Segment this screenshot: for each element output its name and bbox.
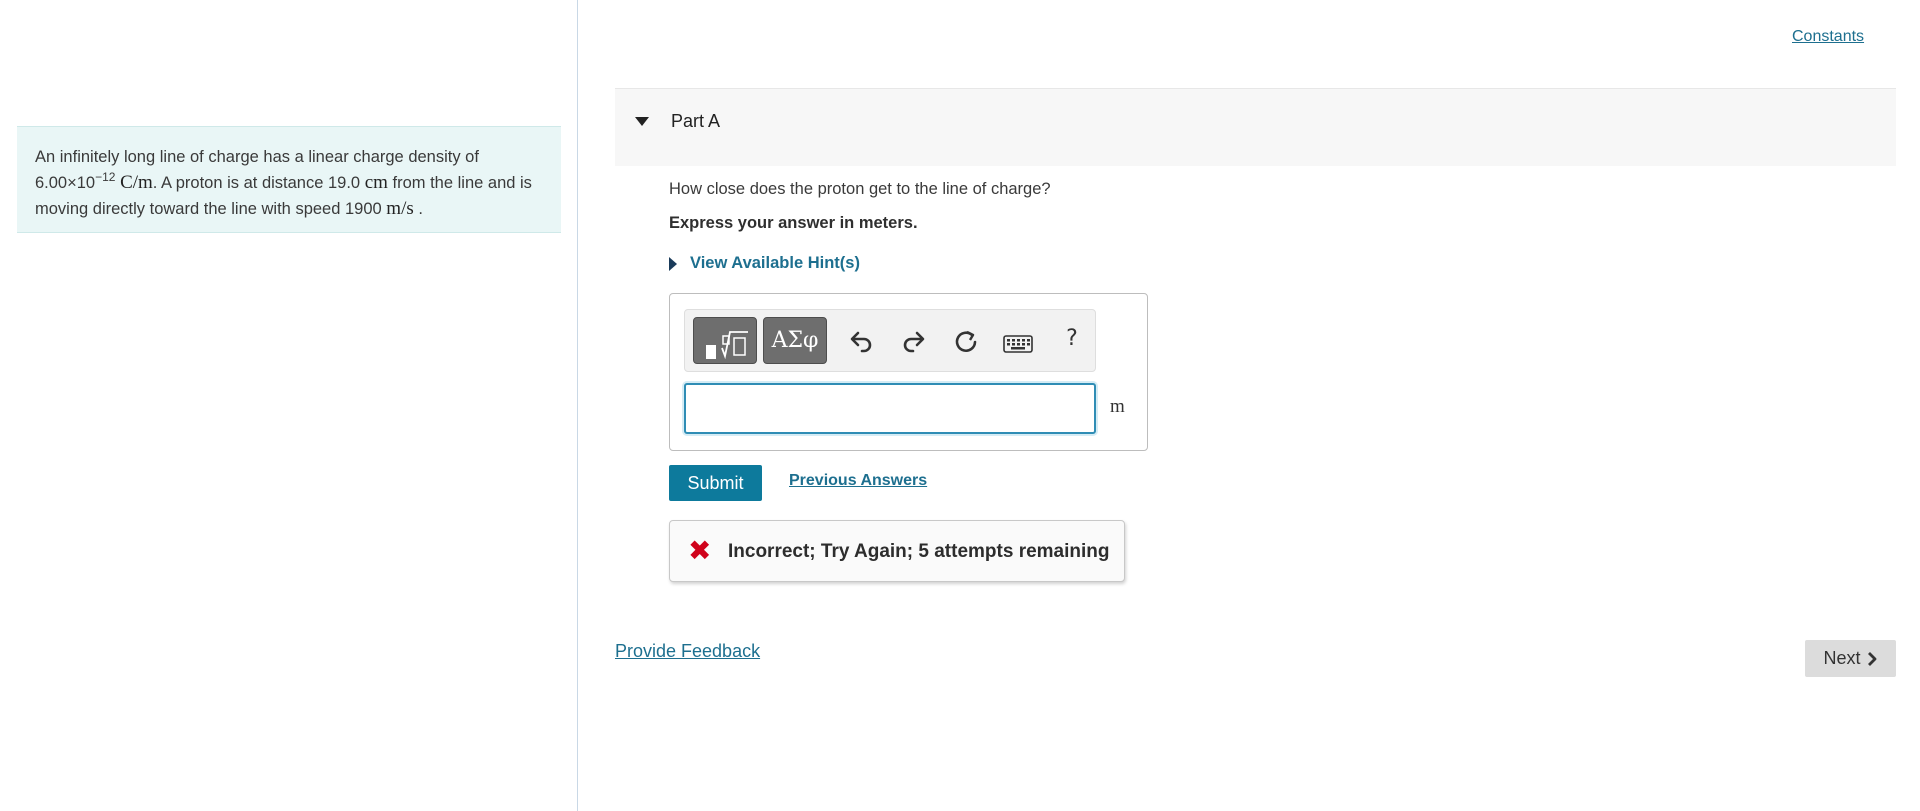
feedback-text: Incorrect; Try Again; 5 attempts remaini…: [728, 541, 1110, 562]
problem-statement: An infinitely long line of charge has a …: [17, 126, 561, 233]
problem-text-1: An infinitely long line of charge has a …: [35, 148, 479, 166]
charge-density-exponent: −12: [95, 170, 116, 184]
templates-icon: [706, 331, 748, 360]
hints-label: View Available Hint(s): [690, 254, 860, 272]
constants-link[interactable]: Constants: [1792, 28, 1864, 46]
chevron-right-icon: [1867, 651, 1876, 666]
next-button[interactable]: Next: [1805, 640, 1896, 677]
reset-icon[interactable]: [952, 328, 980, 356]
answer-instruction: Express your answer in meters.: [669, 214, 918, 232]
problem-panel: An infinitely long line of charge has a …: [0, 0, 578, 811]
charge-density-value: 6.00×10: [35, 174, 96, 192]
x-icon: ✖: [688, 534, 712, 567]
provide-feedback-link[interactable]: Provide Feedback: [615, 641, 760, 662]
expand-triangle-icon: [669, 256, 677, 271]
previous-answers-link[interactable]: Previous Answers: [789, 472, 927, 490]
redo-icon[interactable]: [900, 328, 928, 356]
part-title: Part A: [671, 111, 721, 131]
undo-icon[interactable]: [847, 328, 875, 356]
feedback-message-box: ✖ Incorrect; Try Again; 5 attempts remai…: [669, 520, 1125, 582]
templates-button[interactable]: [693, 317, 757, 364]
charge-density-unit: C/m: [120, 172, 153, 193]
math-toolbar: ΑΣφ ?: [684, 309, 1096, 372]
part-a-header[interactable]: Part A: [615, 88, 1896, 166]
problem-text-2: . A proton is at distance 19.0: [152, 174, 361, 192]
keyboard-icon[interactable]: [1003, 330, 1033, 358]
collapse-triangle-icon[interactable]: [635, 117, 649, 126]
symbols-button[interactable]: ΑΣφ: [763, 317, 827, 364]
view-hints-toggle[interactable]: View Available Hint(s): [669, 254, 860, 273]
speed-unit: m/s: [386, 198, 414, 219]
distance-unit: cm: [364, 172, 388, 193]
answer-input[interactable]: [684, 383, 1096, 434]
answer-box: ΑΣφ ? m: [669, 293, 1148, 451]
answer-unit: m: [1110, 396, 1125, 417]
next-label: Next: [1823, 648, 1861, 668]
submit-button[interactable]: Submit: [669, 465, 762, 501]
question-text: How close does the proton get to the lin…: [669, 180, 1051, 198]
help-button[interactable]: ?: [1062, 326, 1082, 354]
problem-text-4: .: [418, 200, 423, 218]
